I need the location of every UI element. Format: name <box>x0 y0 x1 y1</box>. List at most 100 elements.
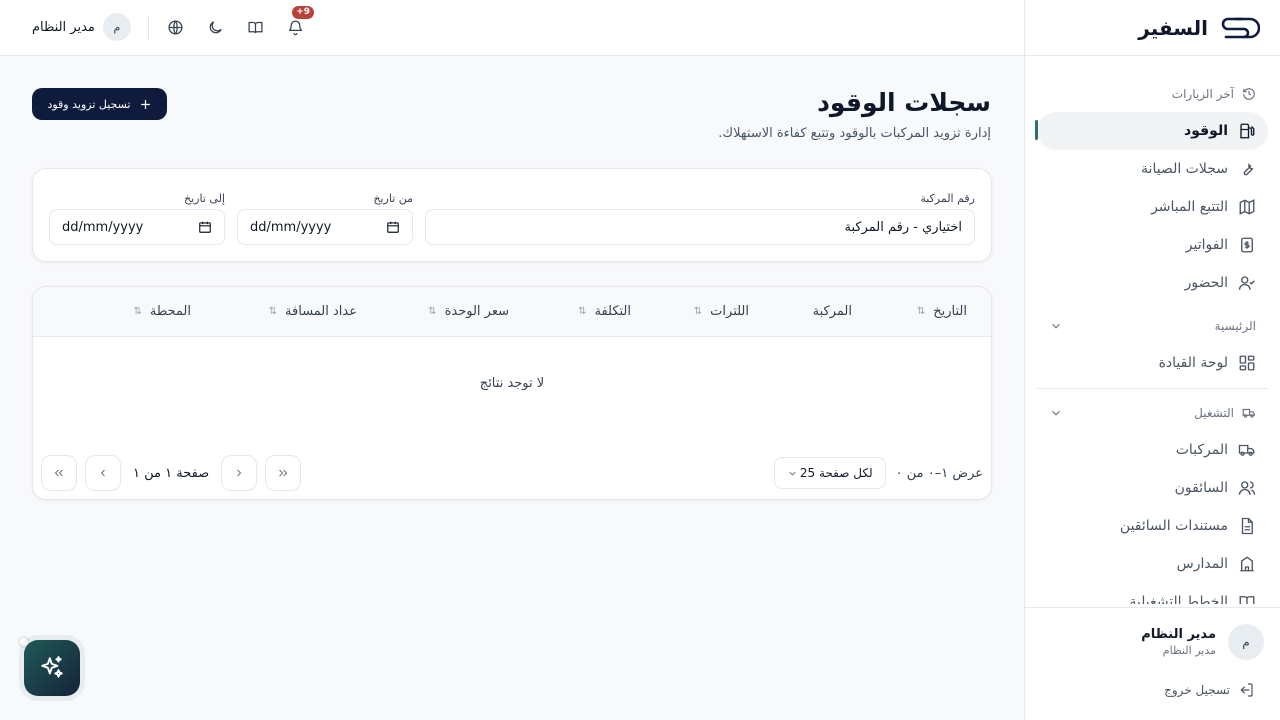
from-date-input[interactable]: dd/mm/yyyy <box>237 209 413 245</box>
school-icon <box>1240 556 1254 572</box>
sidebar-item-label: الفواتير <box>1185 237 1228 253</box>
previous-page-button[interactable] <box>221 455 258 491</box>
fuel-icon <box>1240 123 1255 139</box>
dark-mode-icon[interactable] <box>205 17 225 37</box>
chevron-down-icon <box>1052 323 1060 329</box>
wrench-icon <box>1243 162 1254 176</box>
main-group-toggle[interactable]: الرئيسية <box>1037 308 1268 344</box>
notifications-badge: +9 <box>292 6 314 19</box>
page-subtitle: إدارة تزويد المركبات بالوقود وتتبع كفاءة… <box>718 126 991 141</box>
truck-icon <box>1238 444 1255 456</box>
app-name: السفير <box>1138 15 1208 40</box>
book-icon <box>1239 596 1255 604</box>
last-page-button[interactable] <box>41 455 77 491</box>
rows-info: عرض ١–٠ من ٠ <box>895 465 983 481</box>
sidebar-user-role: مدير النظام <box>1162 644 1216 657</box>
sidebar-item-invoices[interactable]: الفواتير <box>1037 226 1268 264</box>
next-page-button[interactable] <box>85 455 121 491</box>
sidebar-item-label: سجلات الصيانة <box>1141 161 1228 177</box>
sidebar-item-dashboard[interactable]: لوحة القيادة <box>1037 344 1268 382</box>
column-header-odometer[interactable]: عداد المسافة ⇅ <box>269 304 357 319</box>
operations-group-toggle[interactable]: التشغيل <box>1037 395 1268 431</box>
logo-mark-icon <box>1221 17 1260 38</box>
filters-card: رقم المركبة اختياري - رقم المركبة من تار… <box>32 168 992 262</box>
document-icon <box>1241 517 1253 535</box>
column-header-cost[interactable]: التكلفة ⇅ <box>578 304 631 319</box>
sort-icon: ⇅ <box>268 306 278 317</box>
sidebar-item-maintenance[interactable]: سجلات الصيانة <box>1037 150 1268 188</box>
sidebar-user[interactable]: م مدير النظام مدير النظام <box>1041 624 1264 660</box>
sparkles-icon <box>41 656 63 678</box>
plus-icon <box>140 99 150 109</box>
guide-book-icon[interactable] <box>245 17 265 37</box>
topbar-divider <box>148 16 149 40</box>
sidebar-footer: م مدير النظام مدير النظام تسجيل خروج <box>1025 607 1280 720</box>
vehicle-number-input[interactable]: اختياري - رقم المركبة <box>425 209 975 245</box>
history-icon <box>1243 88 1255 100</box>
chevron-down-icon <box>1052 410 1060 416</box>
to-date-label: إلى تاريخ <box>184 192 225 205</box>
chevron-right-icon <box>237 469 242 477</box>
chevrons-left-icon <box>54 469 63 477</box>
chevron-left-icon <box>100 469 105 477</box>
to-date-placeholder: dd/mm/yyyy <box>62 219 144 235</box>
add-fuel-record-label: تسجيل تزويد وقود <box>47 97 131 111</box>
chevrons-right-icon <box>279 469 288 477</box>
per-page-select[interactable]: لكل صفحة 25 <box>773 457 886 489</box>
vehicle-number-placeholder: اختياري - رقم المركبة <box>844 219 962 235</box>
first-page-button[interactable] <box>265 455 302 491</box>
sidebar-item-attendance[interactable]: الحضور <box>1037 264 1268 302</box>
column-header-unit-price[interactable]: سعر الوحدة ⇅ <box>428 304 509 319</box>
sidebar-item-live-tracking[interactable]: التتبع المباشر <box>1037 188 1268 226</box>
column-header-liters[interactable]: اللترات ⇅ <box>694 304 749 319</box>
sidebar-item-label: لوحة القيادة <box>1158 355 1228 371</box>
column-label: التاريخ <box>933 304 967 319</box>
sidebar-item-fuel[interactable]: الوقود <box>1035 112 1268 150</box>
from-date-label: من تاريخ <box>373 192 413 205</box>
column-label: سعر الوحدة <box>444 304 509 319</box>
logout-icon <box>1240 683 1253 697</box>
page-info: صفحة ١ من ١ <box>133 465 210 481</box>
rows-per-page-area: عرض ١–٠ من ٠ لكل صفحة 25 <box>773 457 983 489</box>
language-icon[interactable] <box>165 17 185 37</box>
logout-label: تسجيل خروج <box>1164 683 1230 697</box>
column-header-station[interactable]: المحطة ⇅ <box>133 304 191 319</box>
pagination: صفحة ١ من ١ <box>41 455 302 491</box>
column-header-date[interactable]: التاريخ ⇅ <box>917 304 967 319</box>
user-check-icon <box>1238 276 1255 290</box>
sidebar-item-drivers[interactable]: السائقون <box>1037 469 1268 507</box>
top-bar: م مدير النظام +9 <box>0 0 1024 56</box>
ai-assistant-button[interactable] <box>24 640 80 696</box>
sidebar-item-label: السائقون <box>1174 480 1228 496</box>
sidebar-item-driver-documents[interactable]: مستندات السائقين <box>1037 507 1268 545</box>
bell-icon <box>288 19 302 35</box>
notifications-button[interactable]: +9 <box>285 6 314 37</box>
logout-button[interactable]: تسجيل خروج <box>1041 682 1264 698</box>
vehicle-number-label: رقم المركبة <box>920 192 975 205</box>
operations-group-label: التشغيل <box>1194 406 1234 420</box>
truck-small-icon <box>1242 408 1255 418</box>
sidebar-item-vehicles[interactable]: المركبات <box>1037 431 1268 469</box>
sidebar-item-label: مستندات السائقين <box>1119 518 1228 534</box>
topbar-user-menu[interactable]: م مدير النظام <box>32 13 131 41</box>
calendar-icon <box>199 221 211 233</box>
page-title: سجلات الوقود <box>817 88 991 117</box>
sidebar-item-label: المدارس <box>1176 556 1228 572</box>
add-fuel-record-button[interactable]: تسجيل تزويد وقود <box>32 88 167 120</box>
sidebar-item-label: التتبع المباشر <box>1151 199 1228 215</box>
topbar-avatar: م <box>102 13 131 41</box>
from-date-placeholder: dd/mm/yyyy <box>250 219 332 235</box>
sidebar-user-name: مدير النظام <box>1141 627 1216 642</box>
to-date-input[interactable]: dd/mm/yyyy <box>49 209 225 245</box>
sidebar-item-label: الوقود <box>1184 123 1228 139</box>
column-label: اللترات <box>710 304 749 319</box>
sidebar-item-schools[interactable]: المدارس <box>1037 545 1268 583</box>
dashboard-icon <box>1239 355 1255 371</box>
empty-state: لا توجد نتائج <box>479 376 545 391</box>
app-logo[interactable]: السفير <box>1025 0 1280 56</box>
calendar-icon <box>387 221 399 233</box>
sidebar-item-label: الحضور <box>1184 275 1228 291</box>
sidebar-item-operational-plans[interactable]: الخطط التشغيلية <box>1037 583 1268 604</box>
column-label: المركبة <box>812 304 852 319</box>
sidebar-item-label: المركبات <box>1175 442 1228 458</box>
